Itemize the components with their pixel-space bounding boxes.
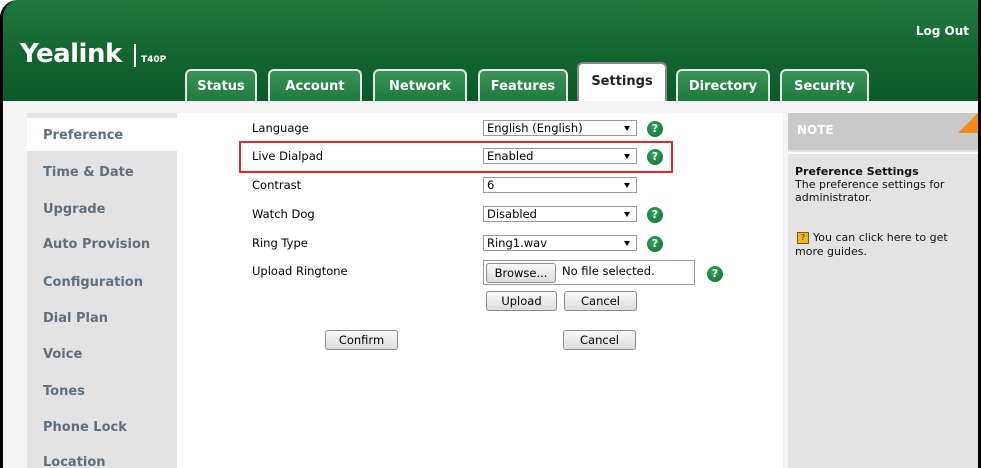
ring-type-label: Ring Type — [252, 236, 308, 250]
note-text-line1: The preference settings for — [795, 178, 945, 191]
chevron-down-icon — [624, 154, 630, 159]
language-select[interactable]: English (English) — [483, 120, 637, 136]
tab-status[interactable]: Status — [185, 69, 257, 101]
sidebar-item-auto-provision[interactable]: Auto Provision — [43, 237, 150, 252]
note-heading: Preference Settings — [795, 165, 919, 178]
chevron-down-icon — [624, 212, 630, 217]
sidebar-item-preference[interactable]: Preference — [43, 128, 123, 143]
contrast-label: Contrast — [252, 178, 302, 192]
ring-type-select-value: Ring1.wav — [487, 236, 548, 250]
ring-type-select[interactable]: Ring1.wav — [483, 235, 637, 251]
note-divider — [788, 152, 978, 154]
help-icon[interactable]: ? — [647, 207, 663, 223]
model-label: T40P — [141, 55, 167, 65]
tab-settings[interactable]: Settings — [577, 62, 667, 102]
file-status: No file selected. — [562, 264, 655, 278]
help-icon[interactable]: ? — [707, 266, 723, 282]
tab-features[interactable]: Features — [478, 69, 568, 101]
guide-link-line2[interactable]: more guides. — [795, 245, 867, 258]
logout-link[interactable]: Log Out — [916, 24, 969, 38]
contrast-select-value: 6 — [487, 178, 495, 192]
language-select-value: English (English) — [487, 121, 583, 135]
live-dialpad-select-value: Enabled — [487, 149, 534, 163]
chevron-down-icon — [624, 241, 630, 246]
sidebar-item-tones[interactable]: Tones — [43, 384, 85, 399]
contrast-select[interactable]: 6 — [483, 177, 637, 193]
help-icon[interactable]: ? — [647, 236, 663, 252]
help-icon[interactable]: ? — [647, 149, 663, 165]
upload-ringtone-label: Upload Ringtone — [252, 264, 348, 278]
sidebar-item-time-date[interactable]: Time & Date — [43, 165, 134, 180]
tab-account[interactable]: Account — [268, 69, 362, 101]
upload-cancel-button[interactable]: Cancel — [564, 291, 637, 311]
sidebar-item-location[interactable]: Location — [43, 455, 106, 468]
watch-dog-select[interactable]: Disabled — [483, 206, 637, 222]
sidebar-item-dial-plan[interactable]: Dial Plan — [43, 311, 108, 326]
help-icon[interactable]: ? — [647, 121, 663, 137]
sidebar-item-upgrade[interactable]: Upgrade — [43, 202, 105, 217]
note-text-line2: administrator. — [795, 191, 872, 204]
watch-dog-label: Watch Dog — [252, 207, 315, 221]
tab-directory[interactable]: Directory — [676, 69, 770, 101]
sidebar-item-voice[interactable]: Voice — [43, 347, 82, 362]
cancel-button[interactable]: Cancel — [563, 330, 636, 350]
chevron-down-icon — [624, 183, 630, 188]
upload-button[interactable]: Upload — [486, 291, 557, 311]
guide-icon[interactable]: ? — [797, 232, 809, 244]
live-dialpad-select[interactable]: Enabled — [483, 148, 637, 164]
note-title: NOTE — [797, 123, 834, 137]
browse-button[interactable]: Browse... — [486, 263, 556, 283]
tab-network[interactable]: Network — [373, 69, 467, 101]
logo-divider — [134, 44, 136, 67]
live-dialpad-label: Live Dialpad — [252, 149, 324, 163]
watch-dog-select-value: Disabled — [487, 207, 537, 221]
note-corner-marker — [958, 113, 978, 133]
sidebar-item-configuration[interactable]: Configuration — [43, 275, 143, 290]
confirm-button[interactable]: Confirm — [325, 330, 398, 350]
tab-security[interactable]: Security — [780, 69, 869, 101]
language-label: Language — [252, 121, 309, 135]
guide-link-line1[interactable]: You can click here to get — [813, 231, 948, 244]
yealink-logo: Yealink — [20, 39, 122, 69]
chevron-down-icon — [624, 126, 630, 131]
sidebar-item-phone-lock[interactable]: Phone Lock — [43, 420, 127, 435]
